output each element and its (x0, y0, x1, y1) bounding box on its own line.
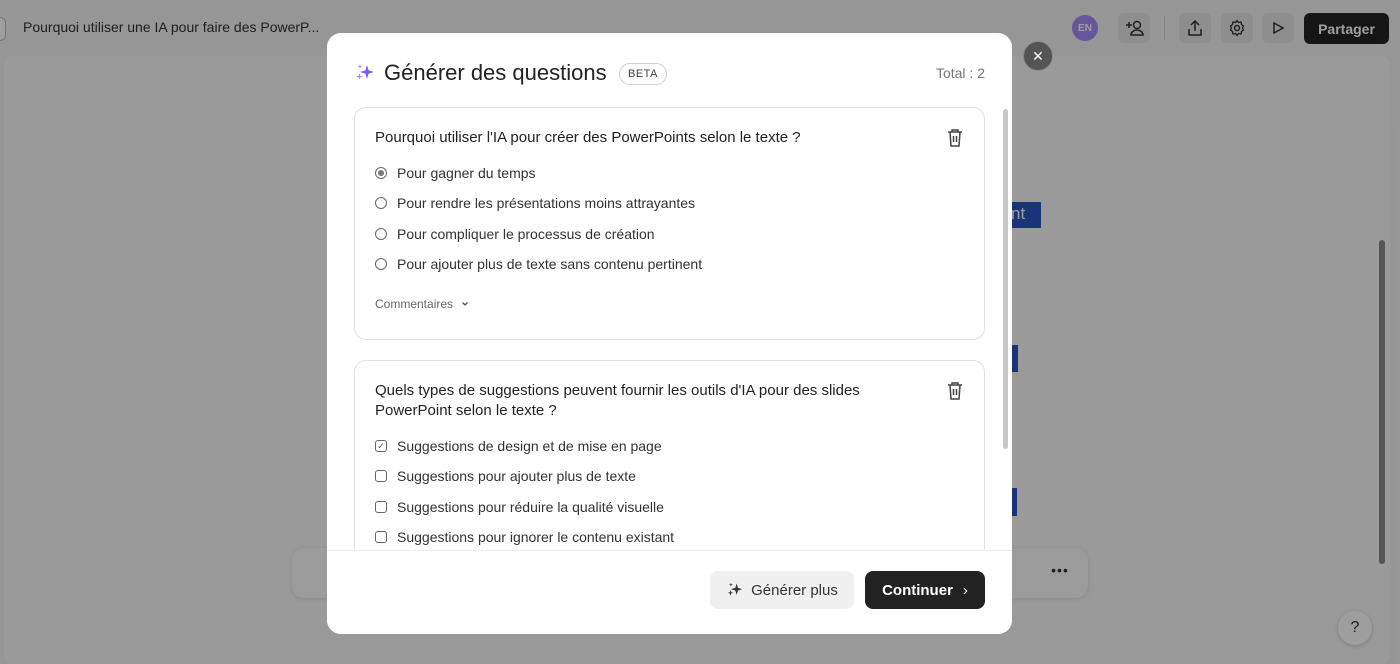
continue-label: Continuer (882, 581, 953, 599)
checkbox[interactable] (375, 501, 387, 513)
questions-list[interactable]: Pourquoi utiliser l'IA pour créer des Po… (327, 105, 1012, 550)
close-button[interactable]: ✕ (1023, 41, 1053, 71)
radio[interactable] (375, 258, 387, 270)
generate-more-button[interactable]: Générer plus (710, 571, 854, 609)
question-total: Total : 2 (935, 65, 985, 81)
trash-icon[interactable] (946, 381, 964, 401)
answer-option[interactable]: ✓ Suggestions de design et de mise en pa… (375, 436, 662, 456)
option-label: Pour compliquer le processus de création (397, 226, 655, 242)
dialog-footer: Générer plus Continuer › (327, 550, 1012, 634)
dialog-scrollbar[interactable] (1003, 109, 1008, 449)
generate-more-label: Générer plus (751, 581, 838, 599)
answer-option[interactable]: Suggestions pour réduire la qualité visu… (375, 497, 664, 517)
answer-option[interactable]: Pour compliquer le processus de création (375, 224, 655, 244)
option-label: Pour rendre les présentations moins attr… (397, 195, 696, 211)
radio[interactable] (375, 228, 387, 240)
continue-button[interactable]: Continuer › (865, 571, 985, 609)
beta-badge: BETA (619, 63, 667, 85)
trash-icon[interactable] (946, 128, 964, 148)
checkbox[interactable] (375, 470, 387, 482)
checkbox-checked[interactable]: ✓ (375, 440, 387, 452)
comments-toggle[interactable]: Commentaires (375, 297, 469, 311)
answer-option[interactable]: Suggestions pour ajouter plus de texte (375, 466, 636, 486)
option-label: Suggestions pour réduire la qualité visu… (397, 499, 664, 515)
question-text[interactable]: Pourquoi utiliser l'IA pour créer des Po… (375, 128, 930, 148)
chevron-down-icon (462, 302, 468, 306)
option-label: Pour ajouter plus de texte sans contenu … (397, 256, 703, 272)
option-label: Suggestions de design et de mise en page (397, 438, 662, 454)
question-card: Quels types de suggestions peuvent fourn… (354, 360, 985, 550)
radio[interactable] (375, 197, 387, 209)
radio-selected[interactable] (375, 167, 387, 179)
sparkle-icon (356, 64, 374, 80)
question-text[interactable]: Quels types de suggestions peuvent fourn… (375, 381, 930, 421)
sparkle-icon (727, 582, 743, 596)
generate-questions-dialog: Générer des questions BETA Total : 2 Pou… (327, 33, 1012, 634)
answer-option[interactable]: Pour ajouter plus de texte sans contenu … (375, 254, 702, 274)
answer-option[interactable]: Pour gagner du temps (375, 163, 536, 183)
question-card: Pourquoi utiliser l'IA pour créer des Po… (354, 107, 985, 340)
dialog-header: Générer des questions BETA Total : 2 (327, 33, 1012, 105)
option-label: Pour gagner du temps (397, 165, 536, 181)
answer-option[interactable]: Suggestions pour ignorer le contenu exis… (375, 527, 674, 547)
dialog-title: Générer des questions (384, 60, 607, 85)
chevron-right-icon: › (962, 581, 968, 599)
option-label: Suggestions pour ignorer le contenu exis… (397, 529, 675, 545)
comments-label: Commentaires (375, 297, 454, 311)
option-label: Suggestions pour ajouter plus de texte (397, 468, 636, 484)
answer-option[interactable]: Pour rendre les présentations moins attr… (375, 193, 695, 213)
checkbox[interactable] (375, 531, 387, 543)
